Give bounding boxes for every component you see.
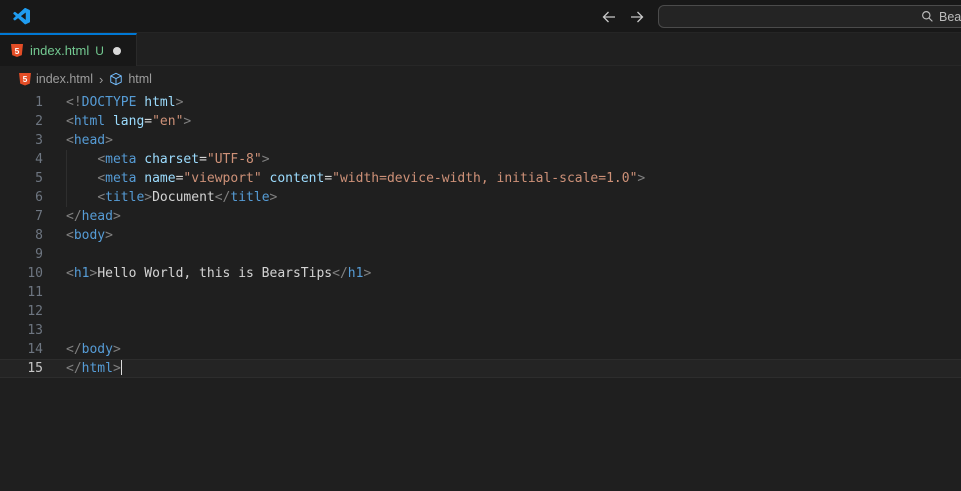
line-number: 13 bbox=[27, 323, 43, 338]
breadcrumb-symbol-label: html bbox=[128, 72, 152, 86]
line-content: <body> bbox=[66, 228, 113, 243]
arrow-right-icon bbox=[630, 11, 643, 22]
code-line[interactable]: 4 <meta charset="UTF-8"> bbox=[0, 150, 961, 169]
code-line[interactable]: 2 <html lang="en"> bbox=[0, 112, 961, 131]
forward-button[interactable] bbox=[628, 8, 645, 25]
command-center-text: Bea bbox=[939, 9, 961, 24]
code-line[interactable]: 6 <title>Document</title> bbox=[0, 188, 961, 207]
search-icon bbox=[922, 11, 933, 22]
text-cursor bbox=[120, 360, 123, 375]
line-content: <html lang="en"> bbox=[66, 114, 192, 129]
code-line[interactable]: 9 bbox=[0, 245, 961, 264]
code-line[interactable]: 15 </html> bbox=[0, 359, 961, 378]
line-number: 14 bbox=[27, 342, 43, 357]
arrow-left-icon bbox=[602, 11, 615, 22]
line-number: 5 bbox=[35, 171, 43, 186]
breadcrumb-file-label: index.html bbox=[36, 72, 93, 86]
editor[interactable]: 1 <!DOCTYPE html> 2 <html lang="en"> 3 <head>… bbox=[0, 92, 961, 378]
code-line[interactable]: 13 bbox=[0, 321, 961, 340]
line-number: 1 bbox=[35, 95, 43, 110]
line-number: 8 bbox=[35, 228, 43, 243]
indent-guide bbox=[66, 150, 67, 207]
breadcrumb: 5 index.html › html bbox=[0, 66, 961, 92]
unsaved-changes-dot[interactable] bbox=[112, 46, 121, 55]
html5-icon: 5 bbox=[11, 44, 23, 57]
symbol-cube-icon bbox=[110, 72, 123, 86]
line-number: 9 bbox=[35, 247, 43, 262]
line-number: 4 bbox=[35, 152, 43, 167]
line-number: 6 bbox=[35, 190, 43, 205]
history-navigation bbox=[600, 8, 645, 25]
line-content: <meta charset="UTF-8"> bbox=[97, 152, 270, 167]
tab-index-html[interactable]: 5 index.html U bbox=[0, 33, 137, 66]
chevron-right-icon: › bbox=[98, 71, 104, 87]
line-number: 3 bbox=[35, 133, 43, 148]
back-button[interactable] bbox=[600, 8, 617, 25]
line-number: 7 bbox=[35, 209, 43, 224]
line-content: <title>Document</title> bbox=[97, 190, 278, 205]
breadcrumb-item-file[interactable]: 5 index.html bbox=[19, 72, 93, 86]
code-lines: 1 <!DOCTYPE html> 2 <html lang="en"> 3 <head>… bbox=[0, 93, 961, 378]
title-bar: Bea bbox=[0, 0, 961, 33]
line-content: <meta name="viewport" content="width=dev… bbox=[97, 171, 646, 186]
line-content: <head> bbox=[66, 133, 113, 148]
git-status-badge: U bbox=[95, 43, 104, 58]
code-line[interactable]: 1 <!DOCTYPE html> bbox=[0, 93, 961, 112]
code-line[interactable]: 8 <body> bbox=[0, 226, 961, 245]
line-number: 15 bbox=[27, 361, 43, 376]
tab-bar: 5 index.html U bbox=[0, 33, 961, 66]
code-line[interactable]: 10 <h1>Hello World, this is BearsTips</h1… bbox=[0, 264, 961, 283]
command-center-search[interactable]: Bea bbox=[658, 5, 961, 28]
line-content: <h1>Hello World, this is BearsTips</h1> bbox=[66, 266, 372, 281]
line-content: </head> bbox=[66, 209, 121, 224]
line-number: 2 bbox=[35, 114, 43, 129]
html5-icon: 5 bbox=[19, 72, 31, 86]
vscode-logo-icon bbox=[13, 8, 30, 25]
code-line[interactable]: 3 <head> bbox=[0, 131, 961, 150]
code-line[interactable]: 14 </body> bbox=[0, 340, 961, 359]
breadcrumb-item-symbol[interactable]: html bbox=[109, 72, 152, 86]
code-line[interactable]: 5 <meta name="viewport" content="width=d… bbox=[0, 169, 961, 188]
line-number: 10 bbox=[27, 266, 43, 281]
line-content: <!DOCTYPE html> bbox=[66, 95, 184, 110]
line-content: </body> bbox=[66, 342, 121, 357]
line-number: 11 bbox=[27, 285, 43, 300]
code-line[interactable]: 7 </head> bbox=[0, 207, 961, 226]
code-line[interactable]: 12 bbox=[0, 302, 961, 321]
line-content: </html> bbox=[66, 360, 123, 376]
tab-label: index.html bbox=[30, 43, 90, 58]
line-number: 12 bbox=[27, 304, 43, 319]
code-line[interactable]: 11 bbox=[0, 283, 961, 302]
